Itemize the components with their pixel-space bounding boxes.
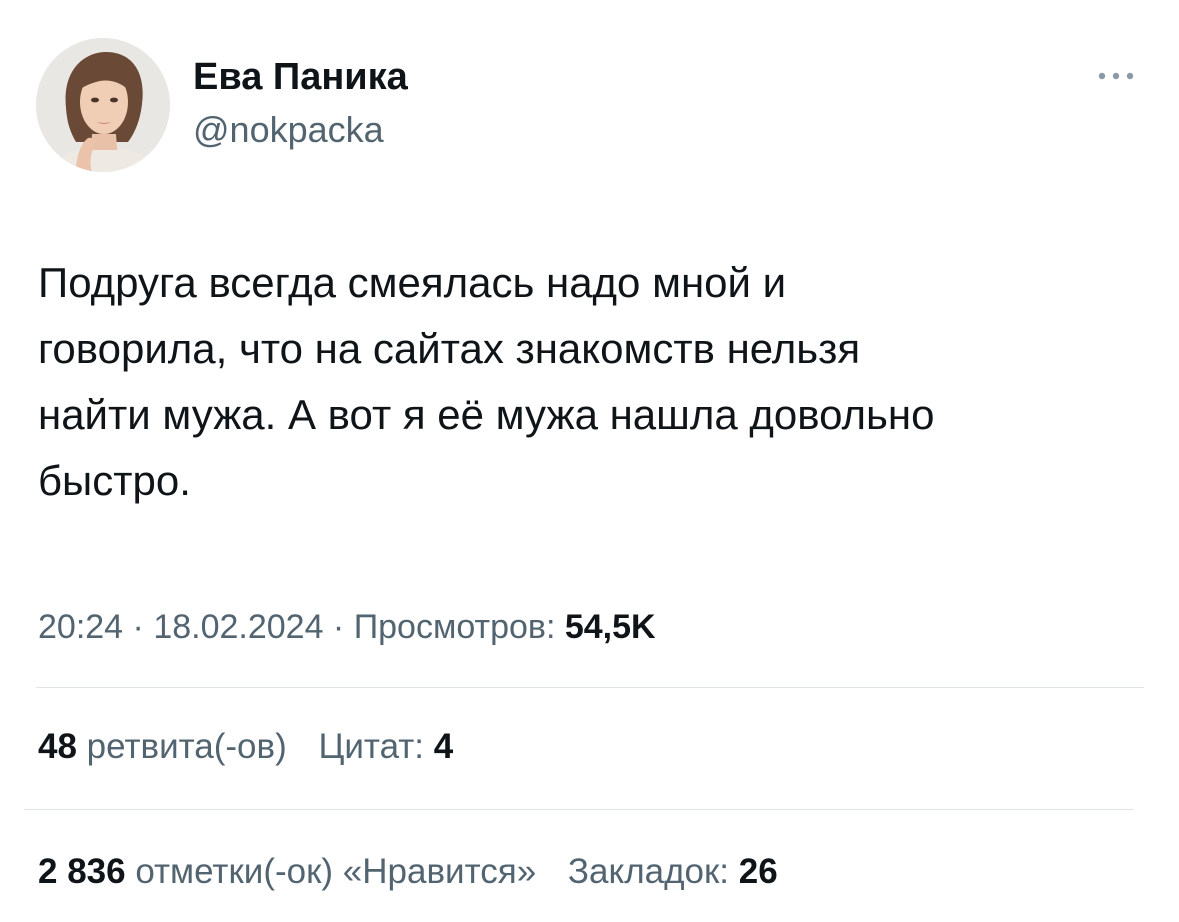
meta-separator: · [123, 608, 154, 646]
quotes-stat[interactable]: Цитат: 4 [318, 722, 453, 772]
retweets-stat[interactable]: 48 ретвита(-ов) [38, 722, 287, 772]
likes-count: 2 836 [38, 852, 126, 891]
author-handle[interactable]: @nokpacka [193, 106, 384, 154]
tweet-date[interactable]: 18.02.2024 [153, 608, 323, 646]
meta-separator: · [323, 608, 354, 646]
bookmarks-label: Закладок: [567, 852, 730, 891]
avatar-image [36, 38, 170, 172]
tweet-text-line: быстро. [38, 457, 191, 504]
bookmarks-count: 26 [738, 852, 778, 891]
quotes-count: 4 [433, 727, 454, 766]
author-display-name[interactable]: Ева Паника [193, 52, 408, 102]
more-options-button[interactable] [1090, 64, 1142, 88]
tweet-meta: 20:24 · 18.02.2024 · Просмотров: 54,5K [38, 603, 656, 651]
more-horizontal-icon [1098, 72, 1134, 80]
views-label: Просмотров: [353, 608, 556, 646]
tweet-text-line: найти мужа. А вот я её мужа нашла доволь… [38, 391, 935, 438]
stats-row-reposts: 48 ретвита(-ов) Цитат: 4 [38, 722, 475, 772]
views-count: 54,5K [564, 608, 656, 646]
likes-stat[interactable]: 2 836 отметки(-ок) «Нравится» [38, 847, 536, 897]
retweets-label: ретвита(-ов) [86, 727, 287, 766]
divider [36, 687, 1144, 688]
avatar[interactable] [36, 38, 170, 172]
tweet-time[interactable]: 20:24 [38, 608, 123, 646]
retweets-count: 48 [38, 727, 77, 766]
likes-label: отметки(-ок) «Нравится» [135, 852, 537, 891]
quotes-label: Цитат: [318, 727, 425, 766]
tweet-text-line: говорила, что на сайтах знакомств нельзя [38, 325, 861, 372]
bookmarks-stat[interactable]: Закладок: 26 [568, 847, 778, 897]
tweet-text: Подруга всегда смеялась надо мной и гово… [38, 250, 1153, 514]
divider [24, 809, 1134, 810]
stats-row-likes: 2 836 отметки(-ок) «Нравится» Закладок: … [38, 847, 800, 897]
tweet-text-line: Подруга всегда смеялась надо мной и [38, 259, 787, 306]
